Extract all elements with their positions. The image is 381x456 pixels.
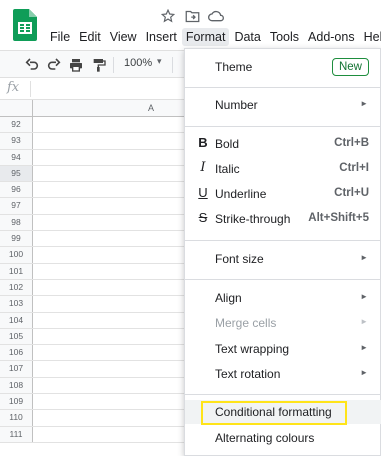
menu-item-label: Text wrapping [215,342,290,356]
submenu-arrow-icon: ► [360,99,368,108]
menu-item-label: Theme [215,60,253,74]
menu-item-shortcut: Ctrl+I [339,162,369,174]
row-number[interactable]: 94 [0,149,33,165]
menu-tools[interactable]: Tools [266,28,303,46]
row-number[interactable]: 92 [0,117,33,133]
row-number[interactable]: 110 [0,410,33,426]
row-number[interactable]: 107 [0,361,33,377]
menu-item-merge-cells: Merge cells ► [185,311,381,335]
row-number[interactable]: 102 [0,279,33,296]
submenu-arrow-icon: ► [360,368,368,377]
menu-item-underline[interactable]: U Underline Ctrl+U [185,182,381,206]
menu-item-label: Align [215,291,242,305]
zoom-select[interactable]: 100% [124,57,152,69]
bold-icon: B [198,135,208,150]
cloud-status-icon[interactable] [208,8,224,24]
menu-item-shortcut: Alt+Shift+5 [308,212,369,224]
menu-item-conditional-formatting[interactable]: Conditional formatting [185,400,381,425]
menu-item-label: Font size [215,252,264,266]
fx-icon: fx [7,80,20,95]
row-number[interactable]: 96 [0,182,33,198]
row-number[interactable]: 99 [0,231,33,247]
menu-item-label: Alternating colours [215,431,315,445]
toolbar-separator [172,57,173,73]
menu-item-strikethrough[interactable]: S Strike-through Alt+Shift+5 [185,207,381,231]
menu-item-shortcut: Ctrl+B [334,137,369,149]
menu-item-italic[interactable]: I Italic Ctrl+I [185,157,381,181]
row-number[interactable]: 98 [0,214,33,231]
move-to-folder-icon[interactable] [184,8,200,24]
menu-item-shortcut: Ctrl+U [334,187,369,199]
submenu-arrow-icon: ► [360,343,368,352]
new-badge: New [331,58,369,76]
menu-insert[interactable]: Insert [142,28,181,46]
row-number[interactable]: 105 [0,328,33,345]
row-number[interactable]: 106 [0,345,33,361]
strikethrough-icon: S [198,210,208,225]
row-number[interactable]: 95 [0,165,33,182]
submenu-arrow-icon: ► [360,292,368,301]
print-icon[interactable] [68,57,84,73]
menu-item-label: Italic [215,162,240,176]
menu-item-label: Number [215,98,258,112]
menu-item-theme[interactable]: Theme New [185,55,381,79]
italic-icon: I [200,160,206,175]
submenu-arrow-icon: ► [360,253,368,262]
menu-separator [185,279,381,280]
chevron-down-icon[interactable]: ▾ [157,56,162,67]
menu-addons[interactable]: Add-ons [304,28,359,46]
format-menu: Theme New Number ► B Bold Ctrl+B I Itali… [184,48,381,456]
menu-data[interactable]: Data [230,28,264,46]
menu-item-label: Text rotation [215,367,281,381]
row-number[interactable]: 100 [0,247,33,263]
toolbar-separator [113,57,114,73]
undo-icon[interactable] [24,57,40,73]
submenu-arrow-icon: ► [360,317,368,326]
menu-separator [185,126,381,127]
select-all-corner[interactable] [0,100,33,117]
menu-bar: File Edit View Insert Format Data Tools … [46,27,381,47]
sheets-logo-icon[interactable] [13,9,37,41]
menu-format[interactable]: Format [181,28,230,46]
menu-edit[interactable]: Edit [75,28,105,46]
menu-separator [185,394,381,395]
menu-item-label: Merge cells [215,316,277,330]
redo-icon[interactable] [46,57,62,73]
menu-item-label: Bold [215,137,240,151]
formula-separator [30,81,31,97]
menu-item-label: Conditional formatting [215,405,332,419]
row-number[interactable]: 104 [0,312,33,328]
menu-separator [185,240,381,241]
menu-separator [185,87,381,88]
menu-item-label: Underline [215,187,267,201]
row-number[interactable]: 93 [0,133,33,149]
row-number[interactable]: 97 [0,198,33,214]
menu-item-font-size[interactable]: Font size ► [185,247,381,271]
menu-item-label: Strike-through [215,212,291,226]
paint-format-icon[interactable] [91,57,107,73]
menu-item-align[interactable]: Align ► [185,286,381,310]
row-number[interactable]: 111 [0,426,33,442]
row-number[interactable]: 108 [0,377,33,394]
underline-icon: U [198,185,208,200]
row-number[interactable]: 103 [0,296,33,312]
menu-help[interactable]: Hel [360,28,381,46]
row-number[interactable]: 101 [0,263,33,279]
menu-file[interactable]: File [46,28,74,46]
menu-item-bold[interactable]: B Bold Ctrl+B [185,132,381,156]
star-icon[interactable] [160,8,176,24]
menu-item-alternating-colours[interactable]: Alternating colours [185,426,381,450]
menu-view[interactable]: View [106,28,141,46]
row-number[interactable]: 109 [0,394,33,410]
menu-item-text-rotation[interactable]: Text rotation ► [185,362,381,386]
app-header: File Edit View Insert Format Data Tools … [0,0,381,50]
menu-item-number[interactable]: Number ► [185,93,381,117]
menu-item-text-wrapping[interactable]: Text wrapping ► [185,337,381,361]
